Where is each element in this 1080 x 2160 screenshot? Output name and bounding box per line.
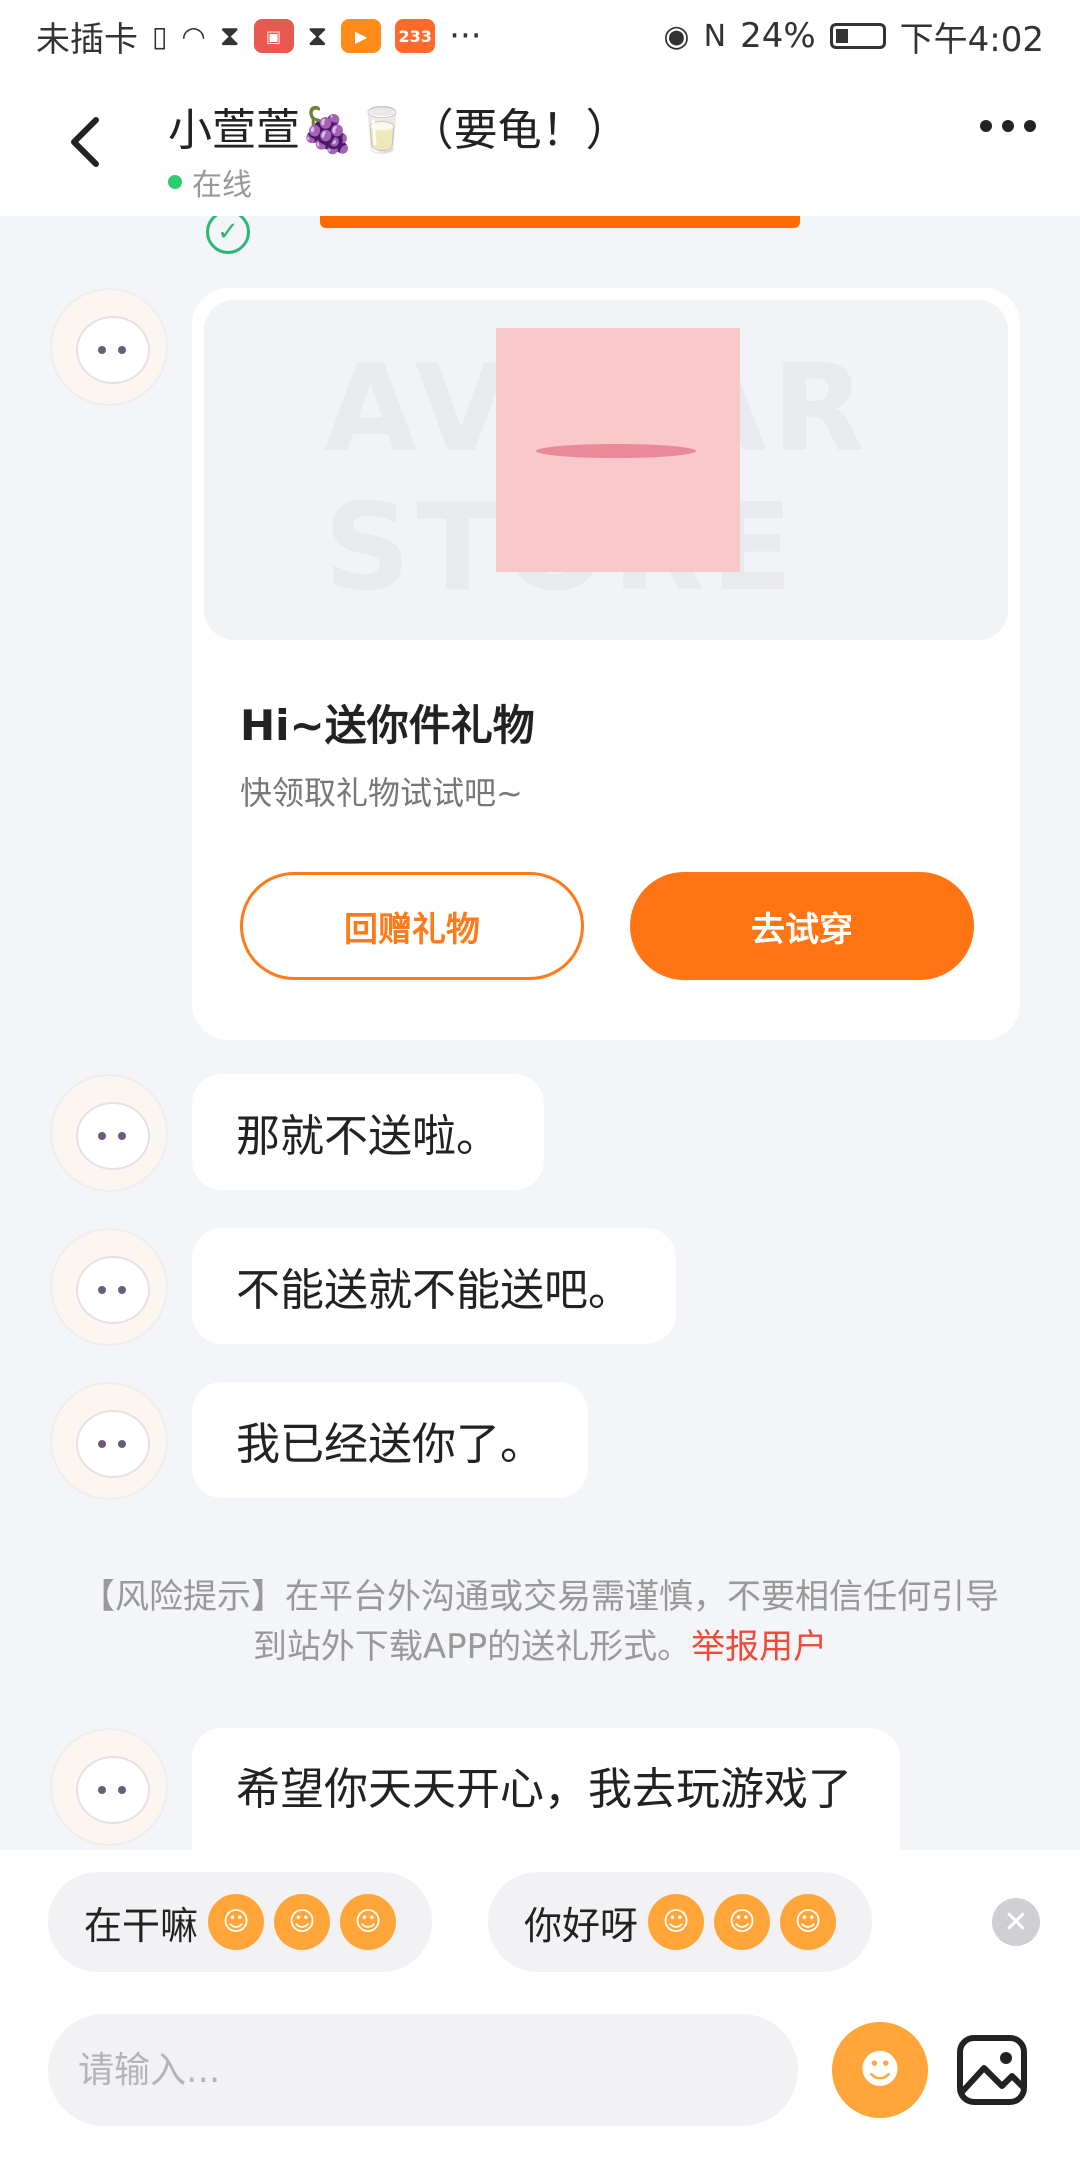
quick-reply-label: 你好呀	[524, 1903, 639, 1948]
return-gift-button[interactable]: 回赠礼物	[240, 872, 584, 980]
report-user-link[interactable]: 举报用户	[691, 1627, 827, 1667]
input-bar: ☻	[0, 2000, 1080, 2160]
previous-message-strip	[320, 216, 800, 228]
more-notifications: ···	[449, 16, 482, 56]
quick-reply-label: 在干嘛	[84, 1903, 199, 1948]
clock: 下午4:02	[899, 19, 1044, 60]
chat-header: 小萱萱🍇🥛（要龟！） 在线	[0, 72, 1080, 216]
carrier-label: 未插卡	[36, 19, 138, 60]
quick-reply-chip[interactable]: 你好呀 ☺ ☺ ☺	[488, 1872, 873, 1972]
hourglass-icon: ⧗	[219, 19, 240, 52]
grin-emoji-icon: ☺	[340, 1894, 397, 1950]
hourglass-icon: ⧗	[307, 19, 328, 52]
mascot-icon[interactable]: ☻	[832, 2022, 928, 2118]
nfc-icon: N	[703, 18, 727, 54]
online-status: 在线	[168, 160, 252, 204]
close-icon[interactable]: ✕	[992, 1898, 1040, 1946]
lip-icon	[536, 444, 696, 458]
wave-emoji-icon: ☺	[780, 1894, 837, 1950]
risk-notice-text: 【风险提示】在平台外沟通或交易需谨慎，不要相信任何引导到站外下载APP的送礼形式…	[81, 1577, 999, 1667]
status-bar-right: ◉ N 24% 下午4:02	[663, 12, 1044, 61]
risk-notice: 【风险提示】在平台外沟通或交易需谨慎，不要相信任何引导到站外下载APP的送礼形式…	[80, 1572, 1000, 1672]
message-bubble[interactable]: 不能送就不能送吧。	[192, 1228, 676, 1344]
image-icon[interactable]	[952, 2030, 1032, 2110]
eye-icon: ◉	[663, 18, 690, 54]
app-233-icon: 233	[395, 19, 436, 53]
back-icon	[71, 117, 99, 167]
wifi-icon: ◠	[181, 19, 206, 53]
check-icon: ✓	[206, 216, 250, 254]
quick-reply-chip[interactable]: 在干嘛 ☺ ☺ ☺	[48, 1872, 433, 1972]
message-input[interactable]	[48, 2014, 798, 2126]
play-app-icon: ▶	[341, 19, 382, 53]
message-bubble[interactable]: 希望你天天开心，我去玩游戏了	[192, 1728, 900, 1850]
chat-title: 小萱萱🍇🥛（要龟！）	[168, 105, 630, 156]
gift-title: Hi~送你件礼物	[240, 701, 535, 750]
avatar[interactable]	[50, 1728, 168, 1846]
gift-image-area: AVATAR STORE	[204, 300, 1008, 640]
online-dot	[168, 175, 182, 189]
avatar[interactable]	[50, 1228, 168, 1346]
more-button[interactable]	[980, 120, 1036, 132]
sim-icon: ▯	[152, 19, 168, 53]
back-button[interactable]	[56, 112, 116, 172]
gift-image[interactable]	[496, 328, 740, 572]
quick-replies-bar: 在干嘛 ☺ ☺ ☺ 你好呀 ☺ ☺ ☺ ✕	[0, 1850, 1080, 2000]
message-bubble[interactable]: 那就不送啦。	[192, 1074, 544, 1190]
chat-area[interactable]: ✓ AVATAR STORE Hi~送你件礼物 快领取礼物试试吧~ 回赠礼物 去…	[0, 216, 1080, 1850]
shop-app-icon: ▣	[253, 19, 294, 53]
status-bar-left: 未插卡 ▯ ◠ ⧗ ▣ ⧗ ▶ 233 ···	[36, 12, 482, 61]
wave-emoji-icon: ☺	[648, 1894, 705, 1950]
wave-emoji-icon: ☺	[714, 1894, 771, 1950]
online-label: 在线	[192, 168, 252, 203]
gift-subtitle: 快领取礼物试试吧~	[240, 774, 523, 812]
battery-percent: 24%	[740, 16, 816, 56]
more-icon	[980, 120, 992, 132]
try-on-button[interactable]: 去试穿	[630, 872, 974, 980]
message-bubble[interactable]: 我已经送你了。	[192, 1382, 588, 1498]
avatar[interactable]	[50, 1382, 168, 1500]
grin-emoji-icon: ☺	[208, 1894, 265, 1950]
avatar[interactable]	[50, 288, 168, 406]
status-bar: 未插卡 ▯ ◠ ⧗ ▣ ⧗ ▶ 233 ··· ◉ N 24% 下午4:02	[0, 0, 1080, 72]
battery-icon	[829, 23, 886, 49]
gift-card[interactable]: AVATAR STORE Hi~送你件礼物 快领取礼物试试吧~ 回赠礼物 去试穿	[192, 288, 1020, 1040]
grin-emoji-icon: ☺	[274, 1894, 331, 1950]
avatar[interactable]	[50, 1074, 168, 1192]
